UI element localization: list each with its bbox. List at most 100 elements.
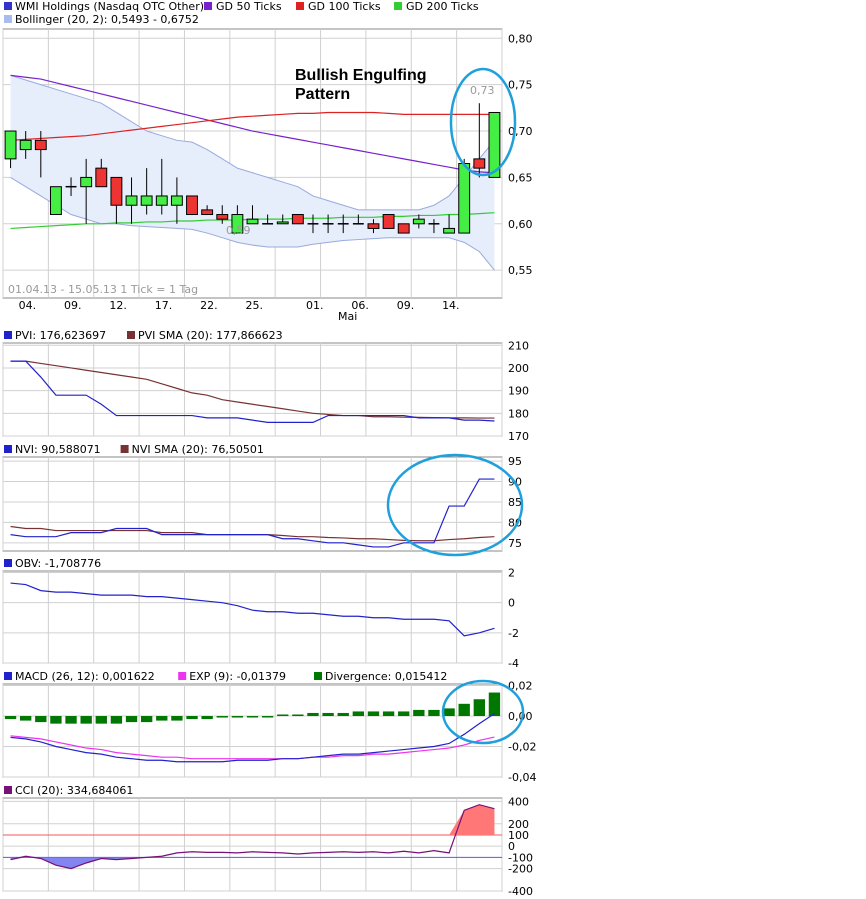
legend-swatch-gd200 <box>394 2 402 10</box>
y-tick-label: 0,60 <box>508 218 533 231</box>
candle-body <box>140 195 153 206</box>
legend-label: EXP (9): -0,01379 <box>189 670 286 683</box>
y-tick-label: 0,80 <box>508 32 533 45</box>
legend-label: PVI SMA (20): 177,866623 <box>138 329 283 342</box>
candle-body <box>34 139 47 151</box>
y-tick-label: 0,75 <box>508 79 533 92</box>
x-tick-label: 14. <box>442 299 460 312</box>
divergence-bar <box>413 709 425 717</box>
divergence-bar <box>473 699 485 717</box>
candle-body <box>458 163 471 234</box>
legend-label: OBV: -1,708776 <box>15 557 101 570</box>
y-tick-label: 0,70 <box>508 125 533 138</box>
candle-body <box>49 186 62 216</box>
candle-body <box>201 209 214 216</box>
legend-label-price: WMI Holdings (Nasdaq OTC Other) <box>15 0 204 13</box>
divergence-bar <box>156 716 168 721</box>
legend-label-gd50: GD 50 Ticks <box>216 0 282 13</box>
nvi-panel: 9590858075NVI: 90,588071 NVI SMA (20): 76… <box>2 443 522 552</box>
divergence-bar <box>428 709 440 717</box>
macd-panel: 0,020,00-0,02-0,04MACD (26, 12): 0,00162… <box>2 670 536 784</box>
cci-ref-label: -100 <box>508 851 533 864</box>
divergence-bar <box>50 716 62 724</box>
legend-swatch <box>4 672 12 680</box>
y-tick-label: 95 <box>508 455 522 468</box>
x-tick-label: 25. <box>246 299 264 312</box>
panel-frame <box>2 570 503 664</box>
y-tick-label: 0 <box>508 597 515 610</box>
candle-body <box>186 195 198 216</box>
y-tick-label: 400 <box>508 795 529 808</box>
candle-body <box>412 218 425 225</box>
divergence-bar <box>322 712 334 717</box>
main-legend: WMI Holdings (Nasdaq OTC Other) GD 50 Ti… <box>4 0 479 26</box>
x-tick-label: 17. <box>155 299 173 312</box>
divergence-bar <box>292 714 304 717</box>
divergence-bar <box>20 716 32 721</box>
label-low: 0,59 <box>226 224 251 237</box>
divergence-bar <box>140 716 153 723</box>
x-month-label: Mai <box>338 310 357 323</box>
legend-label-gd200: GD 200 Ticks <box>406 0 479 13</box>
divergence-bar <box>458 703 470 717</box>
divergence-bar <box>35 716 47 723</box>
x-tick-label: 09. <box>64 299 82 312</box>
divergence-bar <box>125 716 138 723</box>
divergence-bar <box>186 716 198 720</box>
legend-swatch <box>4 786 12 794</box>
legend-label: NVI SMA (20): 76,50501 <box>132 443 264 456</box>
legend-swatch <box>178 672 187 680</box>
candle-body <box>80 176 93 188</box>
x-tick-label: 22. <box>200 299 218 312</box>
y-tick-label: -4 <box>508 657 519 670</box>
divergence-bar <box>216 716 228 718</box>
divergence-bar <box>277 714 289 717</box>
candle-body <box>170 195 183 206</box>
date-range-text: 01.04.13 - 15.05.13 1 Tick = 1 Tag <box>8 283 198 296</box>
panel-frame <box>2 683 503 778</box>
y-tick-label: 180 <box>508 407 529 420</box>
divergence-bar <box>367 711 380 717</box>
divergence-bar <box>231 716 244 718</box>
x-axis-ticks: 04. 09. 12. 17. 22. 25. 01. 06. 09. 14. <box>19 299 460 312</box>
candle-body <box>125 195 138 206</box>
divergence-bar <box>488 692 501 717</box>
legend-label: Divergence: 0,015412 <box>325 670 447 683</box>
candle-body <box>473 158 486 169</box>
y-tick-label: 0,65 <box>508 171 533 184</box>
panel-frame <box>2 342 503 437</box>
legend-label: MACD (26, 12): 0,001622 <box>15 670 155 683</box>
y-tick-label: 190 <box>508 385 529 398</box>
x-tick-label: 01. <box>306 299 324 312</box>
y-tick-label: -200 <box>508 863 533 876</box>
candle-body <box>110 176 123 206</box>
legend-swatch <box>314 672 322 680</box>
legend-swatch <box>4 331 12 339</box>
divergence-bar <box>246 716 259 718</box>
divergence-bar <box>398 711 410 717</box>
divergence-bar <box>65 716 77 724</box>
candle-body <box>382 214 395 229</box>
legend-swatch <box>4 445 12 453</box>
divergence-bar <box>80 716 92 724</box>
legend-swatch <box>4 559 12 567</box>
legend-swatch-bollinger <box>4 15 12 23</box>
legend-label: NVI: 90,588071 <box>15 443 101 456</box>
legend-swatch <box>120 445 129 453</box>
price-panel: 0,80 0,75 0,70 0,65 0,60 0,55 <box>2 28 533 299</box>
divergence-bar <box>352 711 365 717</box>
candle-body <box>19 139 32 151</box>
candle-body <box>216 214 229 220</box>
label-high: 0,73 <box>470 84 495 97</box>
x-tick-label: 12. <box>109 299 127 312</box>
annotation-line-2: Pattern <box>295 86 350 103</box>
candle-body <box>155 195 168 206</box>
divergence-bar <box>4 716 17 720</box>
candle-body <box>276 221 289 225</box>
legend-swatch <box>127 331 135 339</box>
divergence-bar <box>171 716 183 721</box>
divergence-bar <box>201 716 213 720</box>
legend-swatch-gd50 <box>204 2 212 10</box>
legend-label: PVI: 176,623697 <box>15 329 106 342</box>
y-tick-label: 2 <box>508 567 515 580</box>
